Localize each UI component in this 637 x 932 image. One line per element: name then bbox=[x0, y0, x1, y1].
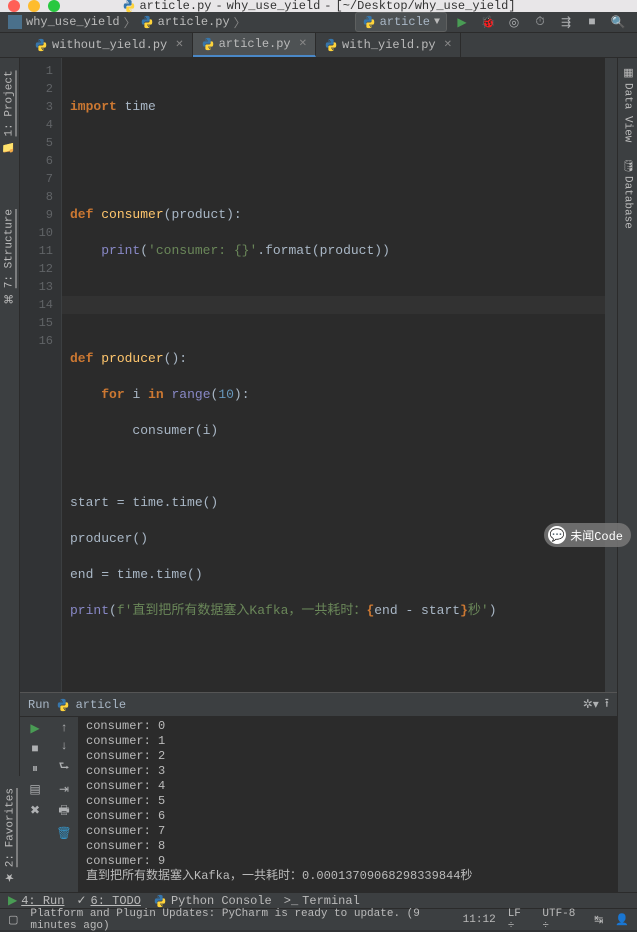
close-tab-icon[interactable]: ✕ bbox=[175, 39, 183, 51]
maximize-icon[interactable] bbox=[48, 0, 60, 12]
python-icon bbox=[362, 15, 376, 29]
structure-tool-button[interactable]: ⌘7: Structure bbox=[3, 201, 16, 313]
title-file: article.py bbox=[139, 0, 211, 13]
debug-button[interactable]: 🐞 bbox=[479, 13, 497, 31]
stop-button[interactable]: ■ bbox=[31, 742, 38, 756]
favorites-tool-button[interactable]: ★2: Favorites bbox=[4, 780, 17, 892]
rerun-button[interactable]: ▶ bbox=[30, 721, 39, 736]
tool-window-toggle[interactable]: ▢ bbox=[8, 913, 18, 927]
title-path: [~/Desktop/why_use_yield] bbox=[336, 0, 516, 13]
run-toolbar: ▶ ■ ⏸ ▤ ✖ bbox=[20, 717, 50, 892]
line-separator[interactable]: LF ÷ bbox=[508, 908, 531, 932]
search-button[interactable]: 🔍 bbox=[609, 13, 627, 31]
run-output[interactable]: consumer: 0 consumer: 1 consumer: 2 cons… bbox=[78, 717, 617, 892]
tab-without-yield[interactable]: without_yield.py ✕ bbox=[26, 33, 193, 57]
minimize-icon[interactable] bbox=[28, 0, 40, 12]
layout-button[interactable]: ▤ bbox=[29, 782, 40, 797]
status-bar: ▢ Platform and Plugin Updates: PyCharm i… bbox=[0, 908, 637, 930]
bottom-tool-stripe: ▶ 4: Run ✓ 6: TODO Python Console >_ Ter… bbox=[0, 892, 637, 908]
left-tool-stripe: 📁1: Project ⌘7: Structure bbox=[0, 58, 20, 892]
profile-button[interactable]: ⏱ bbox=[531, 13, 549, 31]
run-tool-header: Run article ✲▾ ⭱ bbox=[20, 693, 617, 717]
gear-icon[interactable]: ✲▾ bbox=[583, 697, 599, 712]
dataview-tool-button[interactable]: ▦Data View bbox=[621, 58, 634, 150]
vertical-scrollbar[interactable] bbox=[605, 58, 617, 692]
down-button[interactable]: ↓ bbox=[60, 739, 67, 753]
python-icon bbox=[140, 15, 154, 29]
python-icon bbox=[34, 38, 48, 52]
tab-article[interactable]: article.py ✕ bbox=[193, 33, 316, 57]
python-console-button[interactable]: Python Console bbox=[153, 894, 272, 908]
editor-tabs: without_yield.py ✕ article.py ✕ with_yie… bbox=[0, 33, 637, 58]
terminal-button[interactable]: >_ Terminal bbox=[284, 894, 360, 908]
python-icon bbox=[324, 38, 338, 52]
python-icon bbox=[56, 698, 70, 712]
chevron-right-icon: 〉 bbox=[124, 14, 136, 31]
folder-icon bbox=[8, 15, 22, 29]
project-tool-button[interactable]: 📁1: Project bbox=[3, 62, 16, 161]
chevron-right-icon: 〉 bbox=[234, 14, 246, 31]
run-toolbar-secondary: ↑ ↓ ⮑ ⇥ 🖶 🗑 bbox=[50, 717, 78, 892]
stop-button[interactable]: ■ bbox=[583, 13, 601, 31]
breadcrumb-file[interactable]: article.py bbox=[140, 15, 230, 29]
database-tool-button[interactable]: 🛢Database bbox=[621, 150, 634, 237]
todo-tool-button[interactable]: ✓ 6: TODO bbox=[76, 893, 140, 908]
pause-button[interactable]: ⏸ bbox=[32, 762, 38, 776]
up-button[interactable]: ↑ bbox=[60, 721, 67, 735]
close-tab-icon[interactable]: ✕ bbox=[299, 38, 307, 50]
run-config-name: article bbox=[76, 698, 126, 712]
python-icon bbox=[121, 0, 135, 13]
run-tool-button[interactable]: ▶ 4: Run bbox=[8, 893, 64, 908]
clear-button[interactable]: 🗑 bbox=[56, 826, 71, 841]
scroll-end-button[interactable]: ⇥ bbox=[59, 782, 69, 797]
run-button[interactable]: ▶ bbox=[453, 13, 471, 31]
titlebar: article.py - why_use_yield - [~/Desktop/… bbox=[0, 0, 637, 12]
hide-icon[interactable]: ⭱ bbox=[605, 694, 609, 715]
chevron-down-icon: ▼ bbox=[434, 17, 440, 28]
code-editor[interactable]: import time def consumer(product): print… bbox=[62, 58, 605, 692]
tab-with-yield[interactable]: with_yield.py ✕ bbox=[316, 33, 461, 57]
close-tab-icon[interactable]: ✕ bbox=[444, 39, 452, 51]
close-icon[interactable] bbox=[8, 0, 20, 12]
print-button[interactable]: 🖶 bbox=[58, 801, 69, 822]
coverage-button[interactable]: ◎ bbox=[505, 13, 523, 31]
soft-wrap-button[interactable]: ⮑ bbox=[59, 757, 70, 778]
gutter[interactable]: 12345678910111213141516 bbox=[20, 58, 62, 692]
run-tool-title: Run bbox=[28, 698, 50, 712]
python-icon bbox=[201, 37, 215, 51]
title-project: why_use_yield bbox=[227, 0, 321, 13]
pin-button[interactable]: ✖ bbox=[30, 803, 40, 818]
file-encoding[interactable]: UTF-8 ÷ bbox=[542, 908, 582, 932]
right-tool-stripe: ▦Data View 🛢Database bbox=[617, 58, 637, 892]
inspections-indicator[interactable]: 👤 bbox=[615, 913, 629, 927]
run-configuration-selector[interactable]: article ▼ bbox=[355, 12, 447, 32]
status-message[interactable]: Platform and Plugin Updates: PyCharm is … bbox=[30, 908, 438, 932]
navigation-bar: why_use_yield 〉 article.py 〉 article ▼ ▶… bbox=[0, 12, 637, 33]
indent-indicator[interactable]: ↹ bbox=[594, 913, 603, 927]
concurrency-button[interactable]: ⇶ bbox=[557, 13, 575, 31]
breadcrumb-folder[interactable]: why_use_yield bbox=[8, 15, 120, 29]
caret-position[interactable]: 11:12 bbox=[463, 914, 496, 926]
